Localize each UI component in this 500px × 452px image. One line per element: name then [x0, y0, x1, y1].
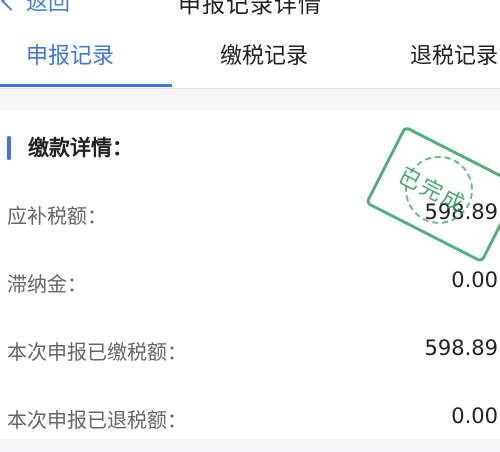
nav-header: 返回 申报记录详情 [0, 0, 500, 22]
row-label: 滞纳金： [7, 272, 87, 296]
detail-row-paid-amount: 本次申报已缴税额： 598.89 [0, 316, 500, 384]
section-header: 缴款详情： [0, 110, 500, 178]
active-tab-indicator [0, 84, 172, 87]
detail-row-refunded-amount: 本次申报已退税额： 0.00 [0, 384, 500, 452]
tab-bar: 申报记录 缴税记录 退税记录 [0, 22, 500, 89]
section-title: 缴款详情： [28, 136, 133, 160]
tab-tax-refund-records[interactable]: 退税记录 [410, 22, 498, 88]
row-value: 598.89 [424, 200, 498, 224]
row-value: 0.00 [451, 404, 498, 428]
row-label: 本次申报已缴税额： [7, 340, 187, 364]
row-value: 598.89 [424, 336, 498, 360]
detail-row-tax-due: 应补税额： 598.89 [0, 180, 500, 248]
row-label: 应补税额： [7, 204, 107, 228]
tab-declare-records[interactable]: 申报记录 [26, 22, 114, 88]
row-label: 本次申报已退税额： [7, 408, 187, 432]
detail-row-late-fee: 滞纳金： 0.00 [0, 248, 500, 316]
tab-tax-payment-records[interactable]: 缴税记录 [220, 22, 308, 88]
payment-details-panel: 缴款详情： 应补税额： 598.89 滞纳金： 0.00 本次申报已缴税额： 5… [0, 110, 500, 439]
page-title: 申报记录详情 [178, 0, 322, 18]
section-accent-bar [7, 136, 11, 160]
row-value: 0.00 [451, 268, 498, 292]
